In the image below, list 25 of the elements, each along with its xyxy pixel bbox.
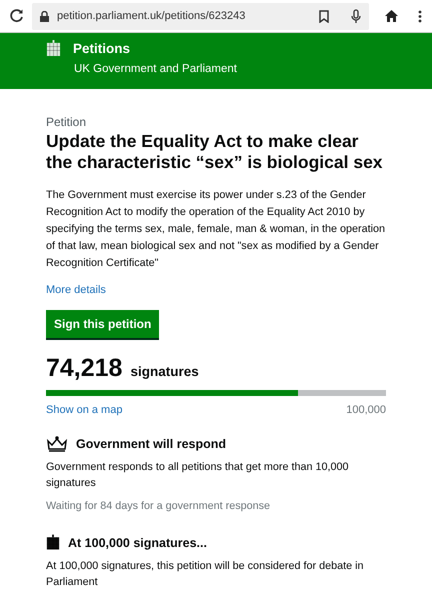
threshold-text: Government responds to all petitions that get more than 10,000 signatures [46, 460, 350, 491]
map-link[interactable]: Show on a map [46, 404, 122, 416]
signature-unit: signatures [130, 364, 199, 379]
address-bar[interactable]: petition.parliament.uk/petitions/623243 [32, 2, 369, 30]
sign-petition-button[interactable]: Sign this petition [46, 310, 160, 338]
signature-count: 74,218 [46, 354, 122, 383]
crown-icon [46, 436, 68, 452]
site-subtitle: UK Government and Parliament [74, 63, 237, 75]
site-title[interactable]: Petitions [73, 41, 130, 56]
signature-target: 100,000 [346, 404, 386, 416]
petition-description: The Government must exercise its power under s.23 of the Gender Recognition Act to modify the operation of the Equality Act 2010 by specifying the terms sex, male, female, man & woman, in the operation of that law, mean biological sex and not "sex as modified by a Gender Recognition Certificate" [46, 188, 386, 271]
page-label: Petition [46, 115, 88, 129]
microphone-icon[interactable] [351, 8, 361, 24]
threshold-text: At 100,000 signatures, this petition will be considered for debate in Parliament [46, 559, 365, 590]
threshold-heading: At 100,000 signatures... [68, 536, 207, 550]
petition-title: Update the Equality Act to make clear the characteristic “sex” is biological sex [46, 131, 384, 173]
reload-icon[interactable] [10, 9, 24, 23]
more-details-link[interactable]: More details [46, 284, 106, 296]
url-text: petition.parliament.uk/petitions/623243 [57, 10, 246, 22]
bookmark-icon[interactable] [319, 10, 329, 22]
threshold-heading: Government will respond [76, 437, 226, 451]
more-options-icon[interactable] [418, 10, 422, 22]
response-status: Waiting for 84 days for a government response [46, 499, 272, 514]
lock-icon [40, 10, 49, 22]
home-icon[interactable] [385, 10, 398, 22]
